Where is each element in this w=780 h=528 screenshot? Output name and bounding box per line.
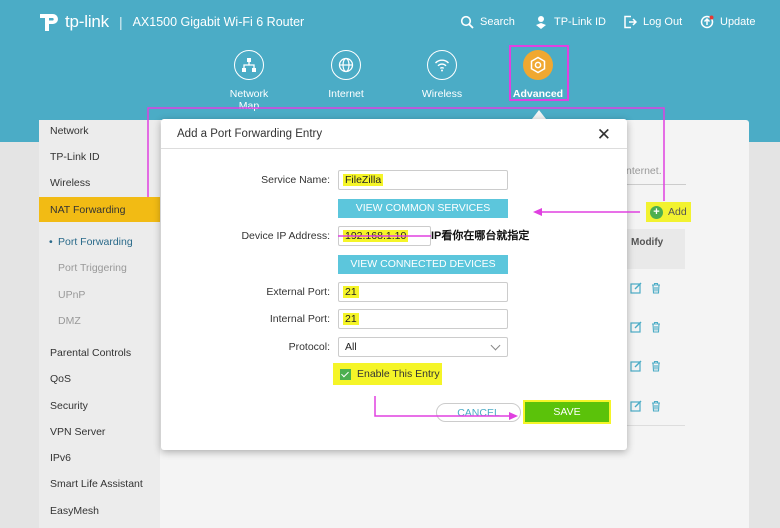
brand-name: tp-link — [65, 12, 109, 31]
checkbox-checked-icon — [340, 368, 351, 380]
tab-network-map[interactable]: Network Map — [219, 50, 279, 112]
table-row — [630, 321, 662, 333]
table-row — [630, 360, 662, 372]
external-port-label: External Port: — [266, 286, 330, 298]
cancel-button[interactable]: CANCEL — [436, 403, 521, 422]
external-port-value: 21 — [343, 286, 359, 298]
dialog-header: Add a Port Forwarding Entry ✕ — [161, 119, 627, 149]
protocol-value: All — [345, 341, 357, 353]
search-link[interactable]: Search — [460, 15, 515, 29]
tp-link-id-label: TP-Link ID — [554, 16, 606, 28]
internal-port-value: 21 — [343, 313, 359, 325]
sidebar-sub-port-triggering[interactable]: Port Triggering — [58, 262, 127, 274]
tp-link-logo-icon — [40, 14, 58, 31]
sidebar-item-security[interactable]: Security — [50, 400, 88, 412]
tp-link-id-link[interactable]: TP-Link ID — [534, 15, 606, 29]
tab-wireless-label: Wireless — [421, 88, 463, 100]
background-note: nternet. — [626, 165, 662, 177]
table-header — [626, 229, 685, 269]
tab-network-map-label: Network Map — [229, 88, 269, 112]
logout-icon — [624, 15, 637, 29]
network-map-icon — [234, 50, 264, 80]
edit-icon[interactable] — [630, 360, 642, 372]
view-connected-devices-button[interactable]: VIEW CONNECTED DEVICES — [338, 255, 508, 274]
tab-internet[interactable]: Internet — [316, 50, 376, 100]
logout-label: Log Out — [643, 16, 683, 28]
service-name-label: Service Name: — [261, 174, 330, 186]
sidebar-item-vpn-server[interactable]: VPN Server — [50, 426, 105, 438]
protocol-select[interactable]: All — [338, 337, 508, 357]
delete-icon[interactable] — [650, 400, 662, 412]
edit-icon[interactable] — [630, 282, 642, 294]
tp-link-logo[interactable]: tp-link | AX1500 Gigabit Wi-Fi 6 Router — [38, 11, 304, 33]
sidebar-item-easymesh[interactable]: EasyMesh — [50, 505, 99, 517]
table-row — [630, 400, 662, 412]
sidebar-item-network[interactable]: Network — [50, 125, 89, 137]
enable-entry-label: Enable This Entry — [357, 368, 440, 380]
annotation-advanced-box — [509, 45, 569, 101]
delete-icon[interactable] — [650, 360, 662, 372]
external-port-field[interactable]: 21 — [338, 282, 508, 302]
modify-column-header: Modify — [631, 237, 664, 248]
model-name: AX1500 Gigabit Wi-Fi 6 Router — [132, 15, 305, 29]
sidebar-item-nat-forwarding[interactable]: NAT Forwarding — [50, 204, 125, 216]
device-ip-field[interactable]: 192.168.1.10 — [338, 226, 431, 246]
device-ip-value: 192.168.1.10 — [343, 230, 409, 242]
update-icon — [700, 15, 714, 29]
view-common-services-button[interactable]: VIEW COMMON SERVICES — [338, 199, 508, 218]
wifi-icon — [427, 50, 457, 80]
sidebar-sub-port-forwarding[interactable]: Port Forwarding — [58, 236, 133, 248]
plus-icon: + — [650, 205, 663, 219]
sidebar-sub-dmz[interactable]: DMZ — [58, 315, 81, 327]
sidebar-item-wireless[interactable]: Wireless — [50, 177, 90, 189]
annotation-note: IP看你在哪台就指定 — [431, 230, 530, 242]
logout-link[interactable]: Log Out — [623, 15, 682, 29]
tab-wireless[interactable]: Wireless — [412, 50, 472, 100]
device-ip-label: Device IP Address: — [241, 230, 330, 242]
sidebar-item-tp-link-id[interactable]: TP-Link ID — [50, 151, 100, 163]
user-id-icon — [536, 16, 546, 29]
delete-icon[interactable] — [650, 282, 662, 294]
service-name-field[interactable]: FileZilla — [338, 170, 508, 190]
sidebar-item-ipv6[interactable]: IPv6 — [50, 452, 71, 464]
logo-separator: | — [118, 14, 123, 30]
update-link[interactable]: Update — [700, 15, 755, 29]
background-divider — [626, 184, 686, 185]
port-forwarding-dialog: Add a Port Forwarding Entry ✕ Service Na… — [161, 119, 627, 450]
globe-icon — [331, 50, 361, 80]
edit-icon[interactable] — [630, 400, 642, 412]
table-row — [630, 282, 662, 294]
delete-icon[interactable] — [650, 321, 662, 333]
chevron-down-icon — [490, 340, 501, 351]
enable-entry-checkbox[interactable]: Enable This Entry — [333, 363, 442, 385]
sidebar-sub-upnp[interactable]: UPnP — [58, 289, 85, 301]
sidebar-item-parental-controls[interactable]: Parental Controls — [50, 347, 131, 359]
add-button[interactable]: + Add — [646, 202, 691, 222]
internal-port-field[interactable]: 21 — [338, 309, 508, 329]
service-name-value: FileZilla — [343, 174, 384, 186]
edit-icon[interactable] — [630, 321, 642, 333]
save-button[interactable]: SAVE — [525, 402, 609, 422]
sidebar-sub-bullet: • — [49, 236, 53, 248]
close-icon[interactable]: ✕ — [597, 125, 611, 145]
internal-port-label: Internal Port: — [269, 313, 330, 325]
sidebar-item-qos[interactable]: QoS — [50, 373, 71, 385]
active-tab-pointer — [532, 110, 546, 119]
table-footer-line — [626, 425, 685, 426]
search-icon — [460, 15, 474, 29]
update-label: Update — [720, 16, 756, 28]
tab-internet-label: Internet — [328, 88, 364, 100]
protocol-label: Protocol: — [288, 341, 330, 353]
search-label: Search — [480, 16, 515, 28]
save-highlight: SAVE — [523, 400, 611, 424]
dialog-title: Add a Port Forwarding Entry — [177, 128, 323, 140]
add-label: Add — [668, 206, 687, 218]
sidebar-item-smart-life-assistant[interactable]: Smart Life Assistant — [50, 478, 143, 490]
